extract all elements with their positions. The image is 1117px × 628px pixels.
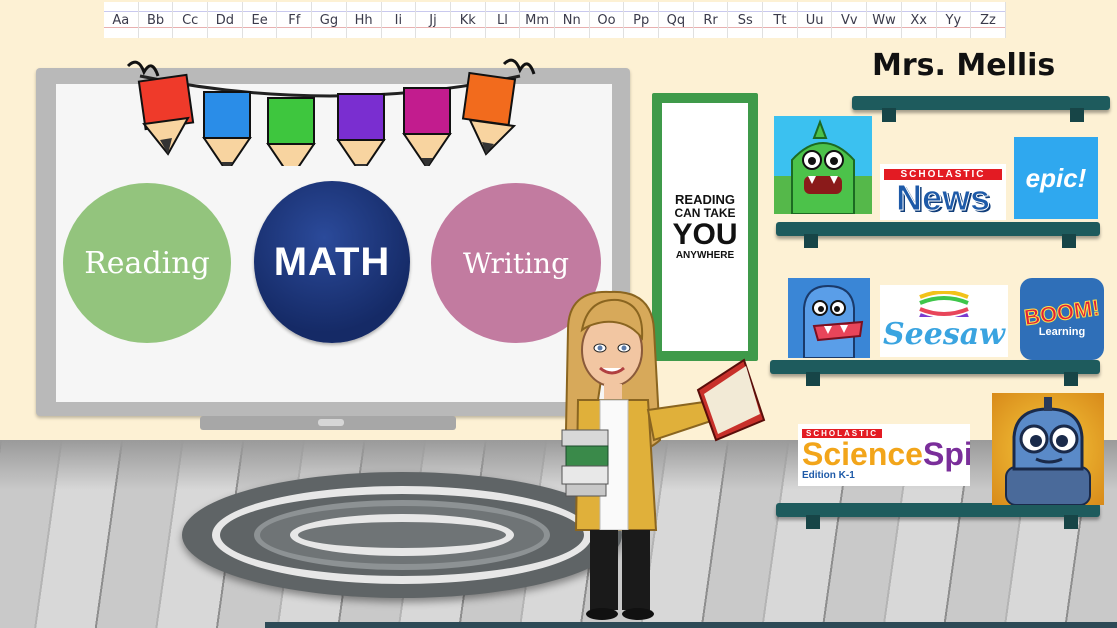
alphabet-letter: Ll: [485, 2, 521, 38]
alphabet-letter: Hh: [346, 2, 382, 38]
edition-label: Edition K-1: [802, 470, 855, 481]
shelf-3: [776, 503, 1100, 517]
alphabet-letter: Ii: [381, 2, 417, 38]
rug-inner-ring: [290, 514, 514, 556]
book-stack-icon: [561, 429, 609, 497]
alphabet-letter: Mm: [520, 2, 555, 38]
teacher-name: Mrs. Mellis: [872, 48, 1056, 83]
pencil-purple-icon: [336, 93, 386, 166]
shelf-bracket: [1062, 234, 1076, 248]
pencil-bunting-icon: [126, 58, 536, 166]
shelf-bracket: [806, 515, 820, 529]
scholastic-news-link[interactable]: SCHOLASTIC News: [880, 164, 1006, 220]
teacher-avatar-icon: [561, 290, 766, 620]
shelf-1: [776, 222, 1100, 236]
pencil-red-icon: [137, 73, 195, 156]
red-book-icon: [696, 358, 766, 442]
epic-wordmark: epic!: [1025, 162, 1087, 193]
poster-line-4: ANYWHERE: [675, 249, 735, 261]
alphabet-letter: Tt: [763, 2, 798, 38]
boom-wordmark: BOOM!: [1022, 294, 1102, 331]
alphabet-letter: Dd: [208, 2, 243, 38]
alphabet-letter: Nn: [554, 2, 590, 38]
dino-app-icon: [803, 284, 864, 358]
shelf-bracket: [882, 108, 896, 122]
alphabet-letter: Pp: [624, 2, 659, 38]
news-wordmark: News: [895, 176, 991, 218]
math-button[interactable]: MATH: [254, 181, 410, 343]
seesaw-wordmark: Seesaw: [883, 316, 1005, 352]
poster-line-1: READING: [675, 191, 735, 207]
epic-link[interactable]: epic!: [1014, 137, 1098, 219]
alphabet-letter: Rr: [693, 2, 729, 38]
alphabet-letter: Bb: [138, 2, 174, 38]
science-word: Science: [802, 436, 923, 472]
alphabet-letter: Ww: [867, 2, 902, 38]
alphabet-letter: Kk: [450, 2, 486, 38]
science-spin-link[interactable]: SCHOLASTIC ScienceSpin Edition K-1: [798, 424, 970, 486]
robot-app-link[interactable]: [992, 393, 1104, 505]
shelf-bracket: [806, 372, 820, 386]
shelf-bracket: [1064, 515, 1078, 529]
pencil-orange-icon: [461, 71, 517, 156]
science-spin-wordmark: ScienceSpin: [802, 438, 970, 470]
seesaw-logo-icon: [919, 290, 969, 317]
alphabet-letter: Aa: [104, 2, 139, 38]
alphabet-letter: Gg: [312, 2, 347, 38]
pencil-magenta-icon: [402, 87, 452, 166]
smartboard-tray-slot: [318, 419, 344, 426]
spin-word: Spin: [922, 436, 970, 472]
robot-app-icon: [1005, 397, 1091, 505]
smartboard-tray: [200, 416, 456, 430]
alphabet-letter: Qq: [659, 2, 694, 38]
alphabet-letter: Oo: [589, 2, 625, 38]
alphabet-letter: Vv: [832, 2, 868, 38]
alphabet-letter: Uu: [797, 2, 833, 38]
alphabet-letter: Jj: [416, 2, 451, 38]
bottom-strip: [265, 622, 1117, 628]
seesaw-link[interactable]: Seesaw: [880, 285, 1008, 357]
alphabet-letter: Zz: [971, 2, 1006, 38]
pencil-blue-icon: [202, 91, 252, 166]
boom-learning-link[interactable]: BOOM! Learning: [1020, 278, 1104, 360]
alphabet-letter: Xx: [901, 2, 937, 38]
monster-app-link[interactable]: [774, 116, 872, 214]
shelf-bracket: [804, 234, 818, 248]
shelf-bracket: [1070, 108, 1084, 122]
pencil-green-icon: [266, 97, 316, 166]
alphabet-letter: Cc: [173, 2, 209, 38]
monster-app-icon: [774, 119, 872, 214]
alphabet-letter: Ss: [728, 2, 764, 38]
reading-button[interactable]: Reading: [63, 183, 231, 343]
poster-line-3: YOU: [672, 218, 738, 252]
alphabet-letter: Ee: [242, 2, 278, 38]
dino-app-link[interactable]: [788, 278, 870, 358]
shelf-bracket: [1064, 372, 1078, 386]
alphabet-letter: Ff: [277, 2, 313, 38]
alphabet-strip: Aa Bb Cc Dd Ee Ff Gg Hh Ii Jj Kk Ll Mm Nn Oo Pp Qq Rr Ss Tt…: [104, 2, 1006, 38]
alphabet-letter: Yy: [936, 2, 972, 38]
